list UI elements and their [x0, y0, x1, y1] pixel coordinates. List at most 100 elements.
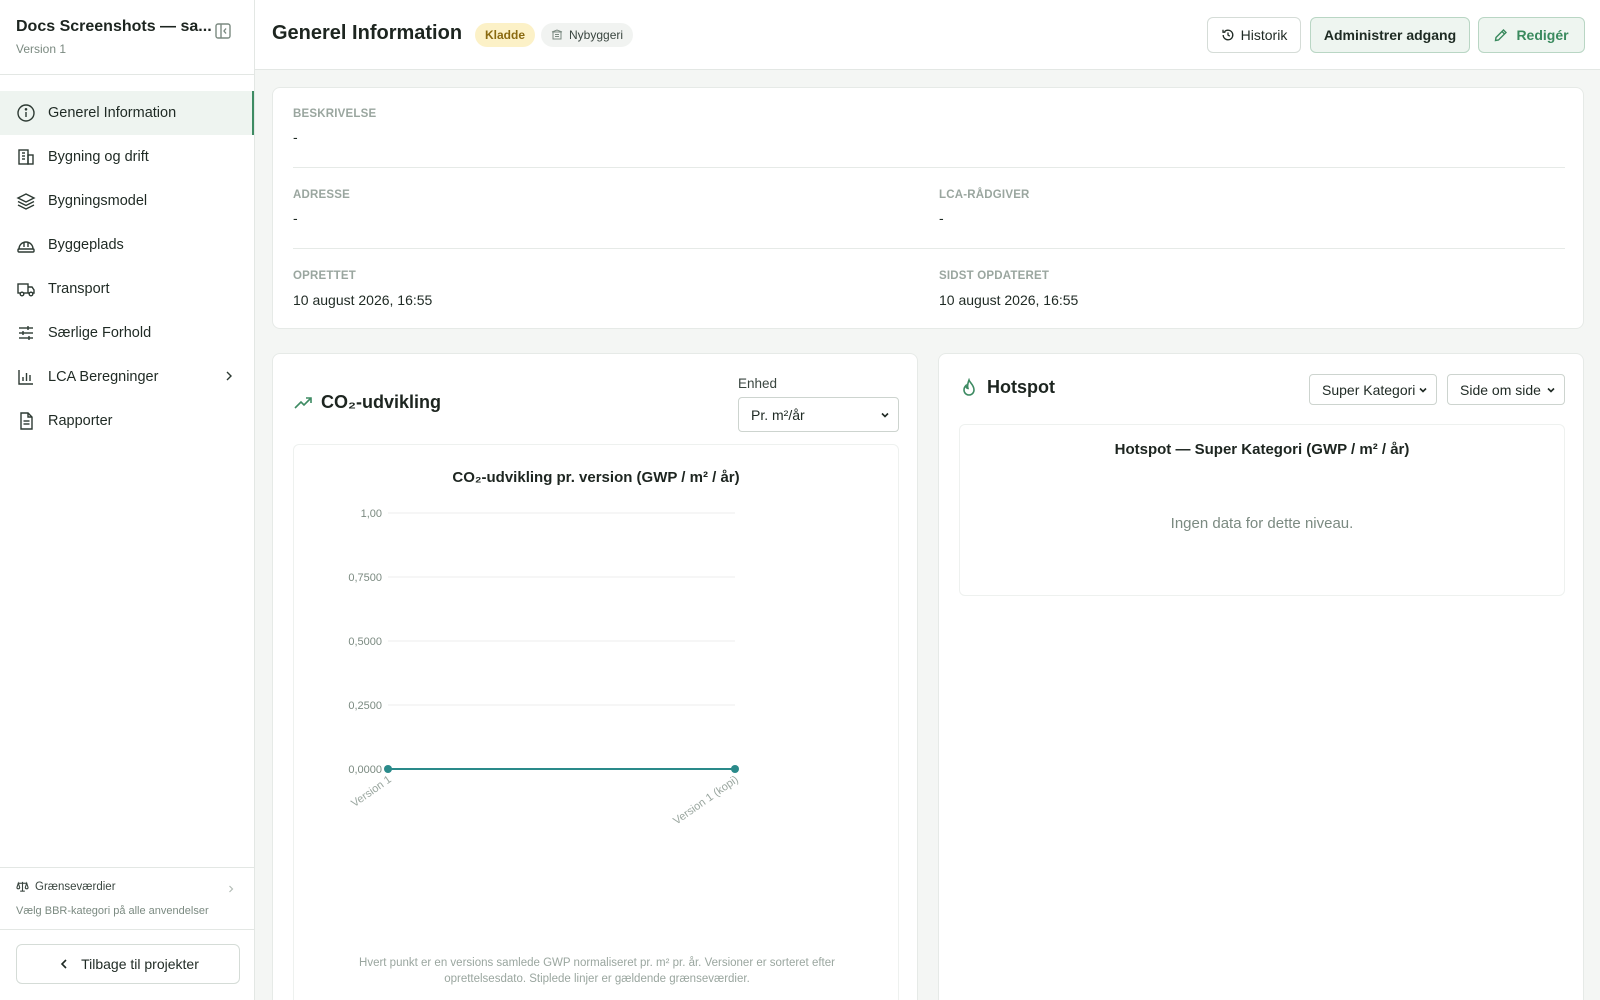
sliders-icon [19, 326, 33, 340]
sidebar-item-lca-beregninger[interactable]: LCA Beregninger [0, 355, 254, 399]
pencil-icon [1495, 29, 1508, 42]
project-type-badge: Nybyggeri [541, 23, 634, 47]
page-header: Generel Information Kladde Nybyggeri His… [255, 0, 1600, 70]
project-type-label: Nybyggeri [569, 28, 624, 42]
category-select[interactable]: Super Kategori [1309, 374, 1437, 405]
data-point [384, 765, 392, 773]
limit-values-title: Grænseværdier [35, 880, 116, 893]
y-tick-label: 0,0000 [348, 764, 382, 776]
advisor-value: - [939, 210, 944, 226]
chevron-left-icon [60, 959, 67, 969]
limit-values-panel[interactable]: Grænseværdier Vælg BBR-kategori på alle … [0, 867, 254, 929]
address-label: ADRESSE [293, 189, 350, 201]
sidebar-item-label: Transport [48, 281, 110, 297]
updated-value: 10 august 2026, 16:55 [939, 292, 1079, 308]
x-tick-label: Version 1 [349, 774, 393, 810]
chevron-right-icon [229, 885, 234, 893]
description-value: - [293, 129, 298, 145]
data-point [731, 765, 739, 773]
status-badge: Kladde [475, 23, 536, 47]
created-label: OPRETTET [293, 270, 356, 282]
y-tick-label: 0,5000 [348, 636, 382, 648]
manage-access-button[interactable]: Administrer adgang [1310, 17, 1470, 53]
co2-chart-plot: 0,0000 0,2500 0,5000 0,7500 1,00 Version 1 Ver… [348, 508, 740, 828]
x-tick-label: Version 1 (kopi) [671, 774, 740, 828]
scale-icon [16, 881, 29, 892]
layers-icon [16, 193, 36, 210]
chevron-down-icon [1419, 387, 1427, 393]
sidebar-item-label: Generel Information [48, 105, 177, 121]
layout-select-value: Side om side [1460, 381, 1541, 398]
sidebar-item-label: Rapporter [48, 413, 113, 429]
back-to-projects-button[interactable]: Tilbage til projekter [16, 944, 240, 984]
chart-footnote: Hvert punkt er en versions samlede GWP n… [359, 957, 835, 985]
y-tick-label: 0,7500 [348, 572, 382, 584]
co2-chart: CO₂-udvikling pr. version (GWP / m² / år… [293, 444, 899, 1000]
created-value: 10 august 2026, 16:55 [293, 292, 433, 308]
sidebar-footer: Grænseværdier Vælg BBR-kategori på alle … [0, 867, 254, 1000]
sidebar-item-bygning-og-drift[interactable]: Bygning og drift [0, 135, 254, 179]
hotspot-chart: Hotspot — Super Kategori (GWP / m² / år)… [959, 424, 1565, 596]
unit-select[interactable]: Pr. m²/år [738, 397, 899, 432]
hotspot-title-text: Hotspot [987, 377, 1055, 397]
sidebar-item-label: Byggeplads [48, 237, 124, 253]
hotspot-card-title: Hotspot [959, 377, 1055, 398]
history-button[interactable]: Historik [1207, 17, 1301, 53]
sidebar-item-generel-information[interactable]: Generel Information [0, 91, 254, 135]
info-icon [17, 104, 35, 122]
sidebar-item-label: LCA Beregninger [48, 369, 159, 385]
limit-values-subtitle: Vælg BBR-kategori på alle anvendelser [16, 905, 209, 917]
page-title: Generel Information [272, 22, 463, 44]
sidebar-item-saerlige-forhold[interactable]: Særlige Forhold [0, 311, 254, 355]
building-icon [551, 29, 563, 40]
sidebar-item-transport[interactable]: Transport [0, 267, 254, 311]
back-wrapper: Tilbage til projekter [0, 929, 254, 1000]
hotspot-card: Hotspot Super Kategori Side om side Hots… [938, 353, 1584, 1000]
sidebar-item-bygningsmodel[interactable]: Bygningsmodel [0, 179, 254, 223]
hotspot-empty-message: Ingen data for dette niveau. [1170, 515, 1354, 532]
trending-up-icon [294, 396, 312, 409]
chevron-down-icon [1547, 387, 1555, 393]
sidebar-item-rapporter[interactable]: Rapporter [0, 399, 254, 443]
project-version: Version 1 [16, 42, 67, 56]
divider [293, 248, 1565, 249]
project-title: Docs Screenshots — sa... [16, 18, 212, 35]
sidebar-item-byggeplads[interactable]: Byggeplads [0, 223, 254, 267]
sidebar-item-label: Bygningsmodel [48, 193, 148, 209]
truck-icon [17, 283, 35, 297]
history-icon [1222, 29, 1234, 41]
collapse-sidebar-icon[interactable] [214, 22, 232, 40]
y-tick-label: 1,00 [361, 508, 382, 520]
unit-select-value: Pr. m²/år [751, 406, 805, 423]
document-icon [20, 412, 33, 430]
layout-select[interactable]: Side om side [1447, 374, 1565, 405]
sidebar-header: Docs Screenshots — sa... Version 1 [0, 0, 254, 75]
flame-icon [963, 377, 975, 396]
category-select-value: Super Kategori [1322, 381, 1416, 398]
advisor-label: LCA-RÅDGIVER [939, 189, 1030, 201]
sidebar-item-label: Særlige Forhold [48, 325, 152, 341]
sidebar-nav: Generel Information Bygning og drift Byg… [0, 75, 254, 443]
unit-label: Enhed [738, 376, 778, 391]
edit-label: Redigér [1516, 27, 1569, 43]
hardhat-icon [17, 241, 35, 253]
sidebar: Docs Screenshots — sa... Version 1 Gener… [0, 0, 255, 1000]
chevron-right-icon[interactable] [222, 369, 236, 383]
chevron-down-icon [881, 412, 889, 418]
limit-values-heading: Grænseværdier [16, 880, 238, 893]
co2-card: CO₂-udvikling Enhed Pr. m²/år CO₂-udvikl… [272, 353, 918, 1000]
description-label: BESKRIVELSE [293, 108, 377, 120]
sidebar-item-label: Bygning og drift [48, 149, 149, 165]
updated-label: SIDST OPDATERET [939, 270, 1050, 282]
hotspot-chart-title: Hotspot — Super Kategori (GWP / m² / år) [1114, 441, 1410, 458]
address-value: - [293, 210, 298, 226]
building-icon [18, 149, 34, 165]
divider [293, 167, 1565, 168]
back-to-projects-label: Tilbage til projekter [81, 956, 199, 972]
history-label: Historik [1240, 27, 1288, 43]
co2-title-text: CO₂-udvikling [321, 392, 441, 412]
general-info-card: BESKRIVELSE - ADRESSE - LCA-RÅDGIVER - O… [272, 87, 1584, 329]
y-tick-label: 0,2500 [348, 700, 382, 712]
co2-card-title: CO₂-udvikling [293, 392, 441, 413]
edit-button[interactable]: Redigér [1478, 17, 1585, 53]
